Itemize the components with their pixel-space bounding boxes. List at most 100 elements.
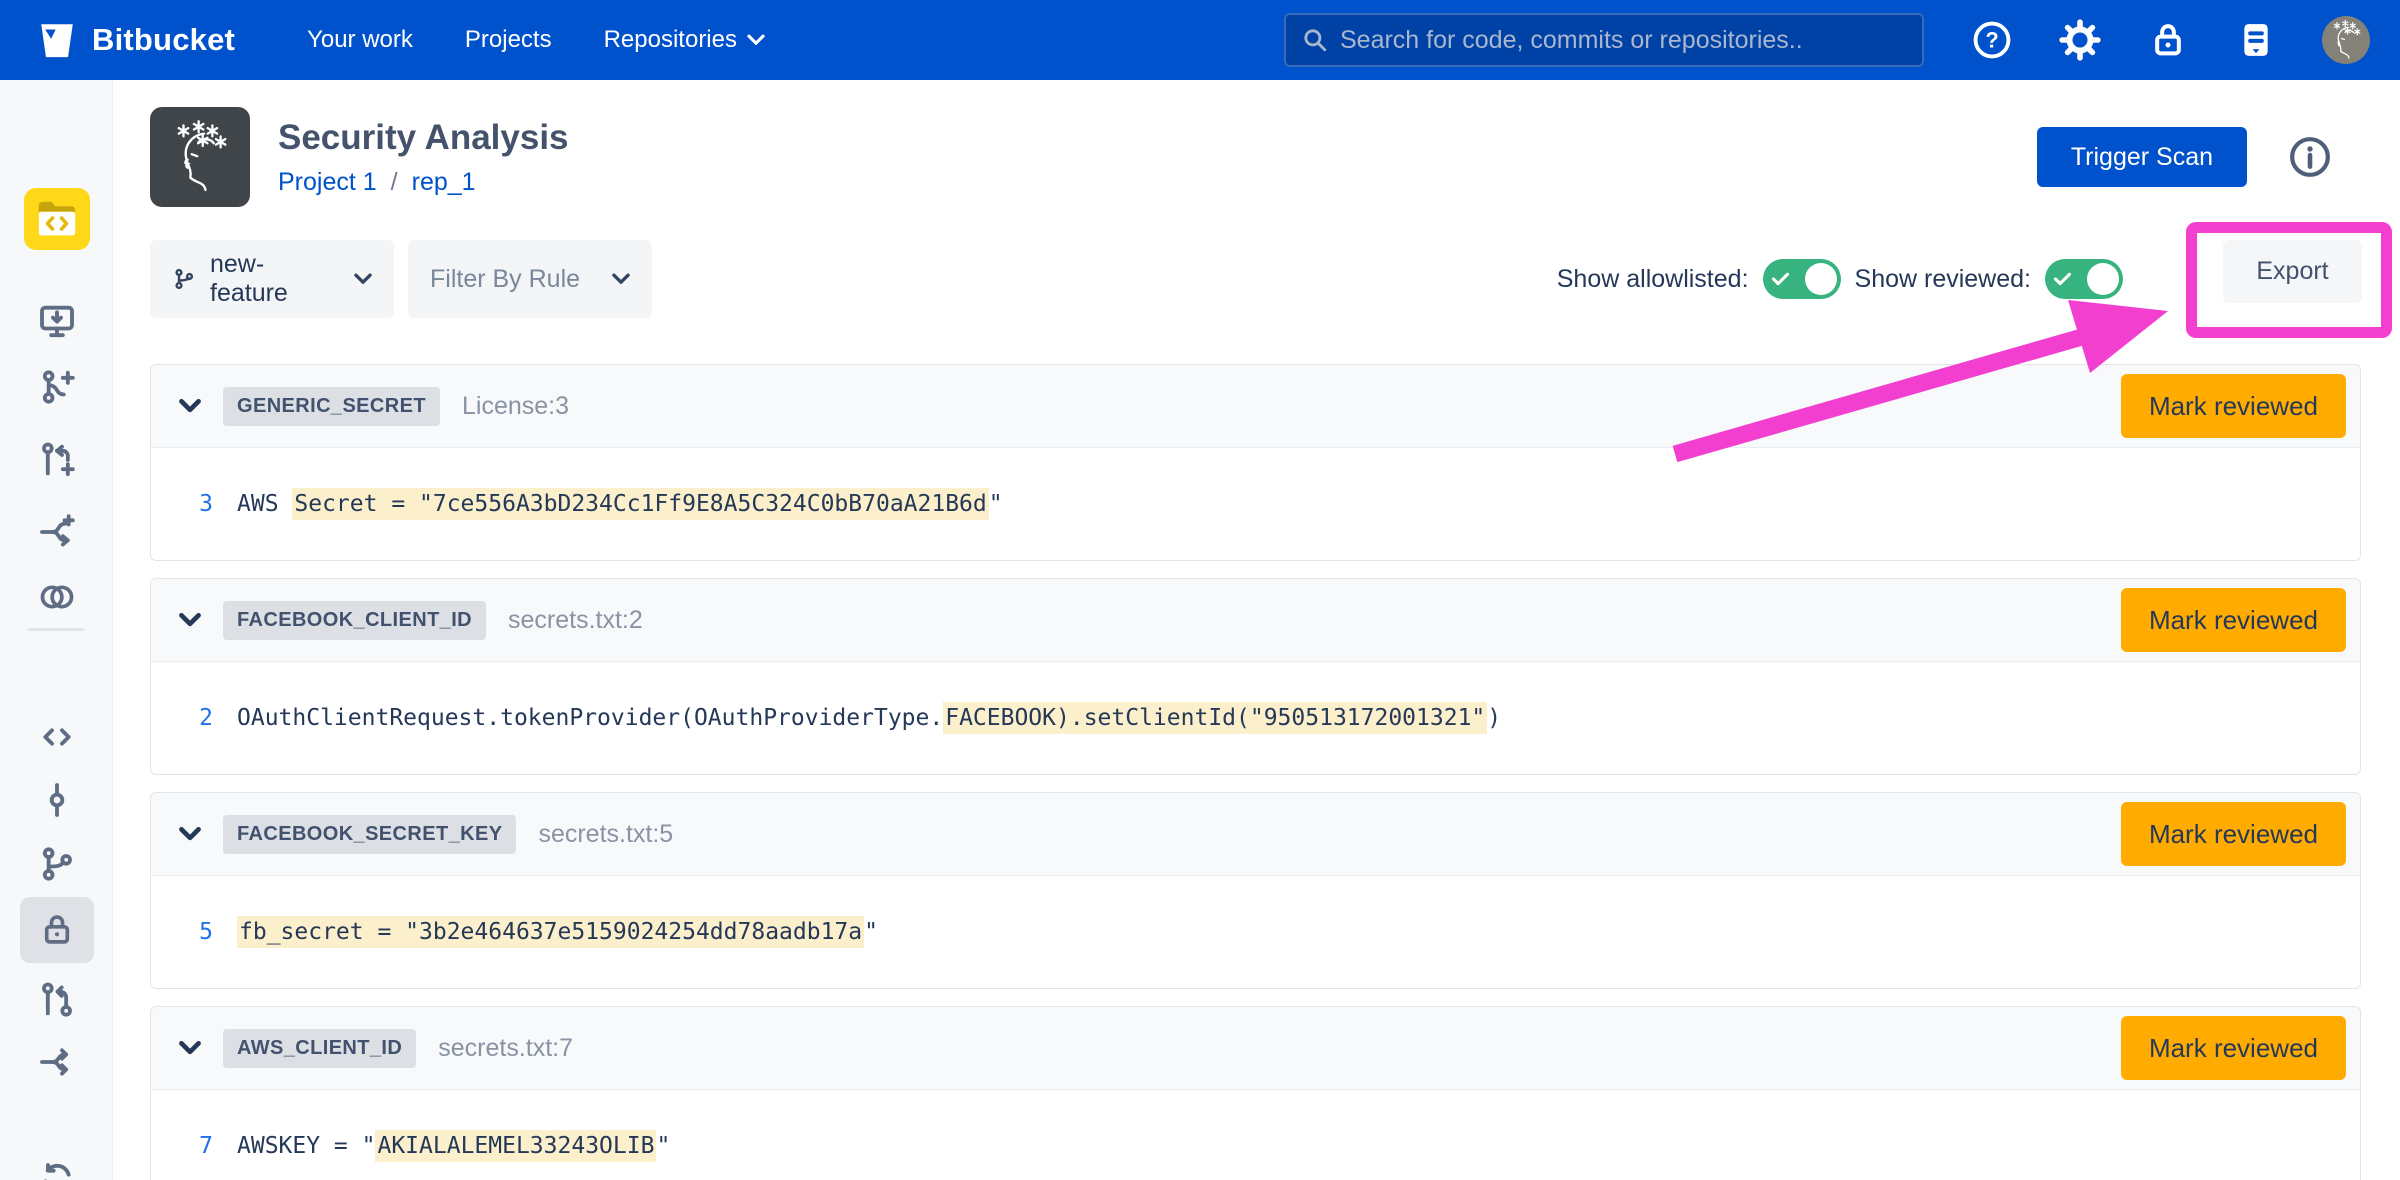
bitbucket-logo[interactable]: Bitbucket: [36, 19, 235, 61]
sidebar-clone[interactable]: [0, 301, 113, 341]
check-icon: [2054, 272, 2071, 286]
chevron-down-icon[interactable]: [179, 399, 201, 413]
secret-highlight: FACEBOOK).setClientId("950513172001321": [943, 702, 1487, 734]
mark-reviewed-button[interactable]: Mark reviewed: [2121, 374, 2346, 438]
filter-row: new-feature Filter By Rule Show allowlis…: [150, 239, 2361, 319]
breadcrumb: Project 1 / rep_1: [278, 168, 569, 197]
security-lock-icon[interactable]: [2146, 18, 2190, 62]
page-title: Security Analysis: [278, 118, 569, 158]
finding-location: secrets.txt:5: [538, 820, 673, 849]
sidebar-builds-sync[interactable]: [0, 1158, 113, 1180]
bitbucket-bucket-icon: [36, 19, 78, 61]
help-icon[interactable]: ?: [1970, 18, 2014, 62]
finding-code: 5 fb_secret = "3b2e464637e5159024254dd78…: [151, 876, 2360, 988]
finding-card: GENERIC_SECRET License:3 Mark reviewed 3…: [150, 364, 2361, 561]
show-allowlisted-label: Show allowlisted:: [1557, 265, 1749, 294]
sidebar-compare[interactable]: [0, 577, 113, 617]
sidebar-branches[interactable]: [0, 844, 113, 884]
code-line: fb_secret = "3b2e464637e5159024254dd78aa…: [237, 919, 878, 945]
check-icon: [1772, 272, 1789, 286]
branch-selector[interactable]: new-feature: [150, 240, 394, 318]
show-allowlisted-toggle[interactable]: [1763, 259, 1841, 299]
sidebar-commits[interactable]: [0, 780, 113, 820]
finding-location: License:3: [462, 392, 569, 421]
chevron-down-icon: [612, 273, 630, 285]
breadcrumb-project-link[interactable]: Project 1: [278, 168, 377, 197]
finding-header: FACEBOOK_SECRET_KEY secrets.txt:5 Mark r…: [151, 793, 2360, 876]
finding-code: 2 OAuthClientRequest.tokenProvider(OAuth…: [151, 662, 2360, 774]
settings-gear-icon[interactable]: [2058, 18, 2102, 62]
breadcrumb-repo-link[interactable]: rep_1: [412, 168, 476, 197]
sidebar-create-fork[interactable]: [0, 512, 113, 552]
show-reviewed-toggle[interactable]: [2045, 259, 2123, 299]
finding-header: GENERIC_SECRET License:3 Mark reviewed: [151, 365, 2360, 448]
repo-folder-code-icon: [24, 188, 90, 250]
line-number: 2: [151, 705, 213, 731]
trigger-scan-button[interactable]: Trigger Scan: [2037, 127, 2247, 187]
security-selected-highlight: [20, 897, 94, 963]
chevron-down-icon: [747, 34, 765, 46]
info-icon[interactable]: [2287, 134, 2333, 180]
line-number: 7: [151, 1133, 213, 1159]
line-number: 3: [151, 491, 213, 517]
finding-location: secrets.txt:2: [508, 606, 643, 635]
sidebar-create-branch[interactable]: [0, 367, 113, 407]
profile-avatar[interactable]: [2322, 16, 2370, 64]
repo-sidebar: [0, 80, 113, 1180]
finding-card: FACEBOOK_CLIENT_ID secrets.txt:2 Mark re…: [150, 578, 2361, 775]
page-header: Security Analysis Project 1 / rep_1 Trig…: [150, 107, 2361, 207]
secret-highlight: AKIALALEMEL33243OLIB: [375, 1130, 656, 1162]
mark-reviewed-button[interactable]: Mark reviewed: [2121, 802, 2346, 866]
chevron-down-icon[interactable]: [179, 613, 201, 627]
finding-location: secrets.txt:7: [438, 1034, 573, 1063]
rule-filter-placeholder: Filter By Rule: [430, 265, 580, 294]
top-nav: Bitbucket Your work Projects Repositorie…: [0, 0, 2400, 80]
svg-text:?: ?: [1985, 28, 1998, 53]
search-input[interactable]: [1340, 26, 1906, 55]
chevron-down-icon[interactable]: [179, 1041, 201, 1055]
line-number: 5: [151, 919, 213, 945]
repository-avatar-image: [150, 107, 250, 207]
rule-badge: AWS_CLIENT_ID: [223, 1029, 416, 1068]
sidebar-source[interactable]: [0, 717, 113, 757]
show-reviewed-label: Show reviewed:: [1855, 265, 2031, 294]
mark-reviewed-button[interactable]: Mark reviewed: [2121, 588, 2346, 652]
breadcrumb-separator: /: [391, 168, 398, 197]
nav-repositories[interactable]: Repositories: [604, 26, 765, 54]
chevron-down-icon: [354, 273, 372, 285]
finding-card: FACEBOOK_SECRET_KEY secrets.txt:5 Mark r…: [150, 792, 2361, 989]
secret-highlight: fb_secret = "3b2e464637e5159024254dd78aa…: [237, 916, 864, 948]
sidebar-pull-requests[interactable]: [0, 980, 113, 1020]
nav-projects[interactable]: Projects: [465, 26, 552, 54]
toggle-group: Show allowlisted: Show reviewed:: [1557, 259, 2123, 299]
code-line: AWSKEY = "AKIALALEMEL33243OLIB": [237, 1133, 670, 1159]
finding-header: FACEBOOK_CLIENT_ID secrets.txt:2 Mark re…: [151, 579, 2360, 662]
chevron-down-icon[interactable]: [179, 827, 201, 841]
export-button[interactable]: Export: [2223, 240, 2362, 303]
secret-highlight: Secret = "7ce556A3bD234Cc1Ff9E8A5C324C0b…: [292, 488, 988, 520]
sidebar-divider: [28, 628, 84, 631]
feedback-journal-icon[interactable]: [2234, 18, 2278, 62]
nav-your-work[interactable]: Your work: [307, 26, 413, 54]
branch-icon: [172, 267, 196, 291]
finding-card: AWS_CLIENT_ID secrets.txt:7 Mark reviewe…: [150, 1006, 2361, 1180]
toggle-knob: [2087, 263, 2119, 295]
sidebar-create-pull-request[interactable]: [0, 440, 113, 480]
findings-list: GENERIC_SECRET License:3 Mark reviewed 3…: [150, 364, 2361, 1180]
mark-reviewed-button[interactable]: Mark reviewed: [2121, 1016, 2346, 1080]
brand-name: Bitbucket: [92, 22, 235, 58]
sidebar-repository-avatar[interactable]: [0, 188, 113, 250]
sidebar-security[interactable]: [0, 897, 113, 963]
rule-badge: FACEBOOK_SECRET_KEY: [223, 815, 516, 854]
rule-badge: FACEBOOK_CLIENT_ID: [223, 601, 486, 640]
finding-code: 7 AWSKEY = "AKIALALEMEL33243OLIB": [151, 1090, 2360, 1180]
global-search[interactable]: [1284, 13, 1924, 67]
code-line: OAuthClientRequest.tokenProvider(OAuthPr…: [237, 705, 1501, 731]
toggle-knob: [1805, 263, 1837, 295]
sidebar-forks[interactable]: [0, 1042, 113, 1082]
finding-code: 3 AWS Secret = "7ce556A3bD234Cc1Ff9E8A5C…: [151, 448, 2360, 560]
main-content: Security Analysis Project 1 / rep_1 Trig…: [113, 80, 2400, 1180]
finding-header: AWS_CLIENT_ID secrets.txt:7 Mark reviewe…: [151, 1007, 2360, 1090]
rule-filter-selector[interactable]: Filter By Rule: [408, 240, 652, 318]
rule-badge: GENERIC_SECRET: [223, 387, 440, 426]
